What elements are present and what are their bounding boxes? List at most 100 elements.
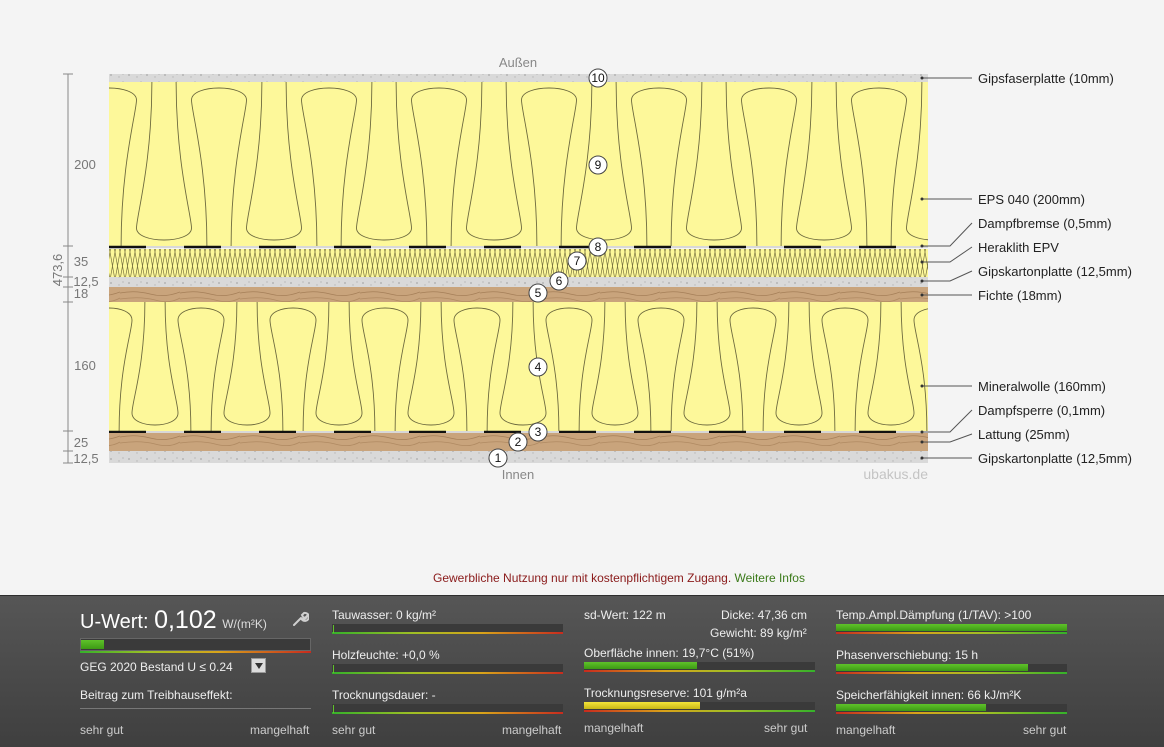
geg-reference: GEG 2020 Bestand U ≤ 0.24	[80, 660, 233, 674]
layer-marker-number: 10	[591, 71, 605, 85]
wrench-icon[interactable]	[291, 610, 309, 628]
leader-line	[922, 246, 973, 263]
layer-label-2: Lattung (25mm)	[978, 427, 1070, 442]
uwert-unit: W/(m²K)	[222, 617, 267, 631]
more-info-link[interactable]: Weitere Infos	[735, 571, 805, 585]
col1-scale-right: mangelhaft	[250, 723, 310, 737]
leader-dot	[920, 293, 924, 297]
layer-marker-number: 4	[535, 360, 542, 374]
greenhouse-bar	[80, 708, 311, 709]
condensate-label: Tauwasser: 0 kg/m²	[332, 608, 437, 622]
temp-amplitude-scale	[836, 632, 1067, 634]
layer-marker-5[interactable]: 5	[528, 283, 548, 303]
layer-marker-3[interactable]: 3	[528, 422, 548, 442]
layer-marker-number: 2	[515, 435, 522, 449]
drying-reserve-label: Trocknungsreserve: 101 g/m²a	[584, 686, 747, 700]
layer-marker-9[interactable]: 9	[588, 155, 608, 175]
leader-line	[922, 222, 973, 247]
layer-6-gypsum-board	[109, 277, 928, 287]
dim-35: 35	[74, 254, 88, 269]
layer-marker-6[interactable]: 6	[549, 271, 569, 291]
layer-label-4: Mineralwolle (160mm)	[978, 379, 1106, 394]
layer-label-9: EPS 040 (200mm)	[978, 192, 1085, 207]
leader-dot	[920, 76, 924, 80]
thickness-value: Dicke: 47,36 cm	[721, 608, 808, 622]
layer-label-6: Gipskartonplatte (12,5mm)	[978, 264, 1132, 279]
uwert-display: U-Wert: 0,102 W/(m²K)	[80, 606, 267, 635]
leader-dot	[920, 197, 924, 201]
surface-temp-bar-fill	[584, 662, 697, 669]
layer-marker-number: 8	[595, 240, 602, 254]
leader-dot	[920, 244, 924, 248]
layer-10-gypsum-fibre	[109, 74, 928, 82]
storage-capacity-bar-fill	[836, 704, 986, 711]
surface-temp-scale	[584, 670, 815, 672]
layer-marker-number: 9	[595, 158, 602, 172]
layer-7-heraklith	[109, 249, 928, 277]
wood-moisture-marker	[333, 665, 334, 673]
uwert-bar-fill	[81, 640, 104, 649]
temp-amplitude-label: Temp.Ampl.Dämpfung (1/TAV): >100	[836, 608, 1032, 622]
layer-legend: Gipsfaserplatte (10mm) EPS 040 (200mm) Dam…	[920, 71, 1132, 466]
inside-label: Innen	[502, 467, 535, 482]
dim-12-5-lower: 12,5	[73, 451, 98, 466]
layer-marker-10[interactable]: 10	[588, 68, 608, 88]
leader-dot	[920, 456, 924, 460]
layer-marker-7[interactable]: 7	[567, 251, 587, 271]
notice-text: Gewerbliche Nutzung nur mit kostenpflich…	[433, 571, 732, 585]
dim-160: 160	[74, 358, 96, 373]
drying-reserve-scale	[584, 710, 815, 712]
drying-time-marker	[333, 705, 334, 713]
weight-value: Gewicht: 89 kg/m²	[710, 626, 807, 640]
col2-scale-right: mangelhaft	[502, 723, 562, 737]
drying-reserve-bar-fill	[584, 702, 700, 709]
layer-marker-2[interactable]: 2	[508, 432, 528, 452]
layer-label-10: Gipsfaserplatte (10mm)	[978, 71, 1114, 86]
dim-18: 18	[74, 286, 88, 301]
leader-dot	[920, 279, 924, 283]
surface-temp-label: Oberfläche innen: 19,7°C (51%)	[584, 646, 755, 660]
layer-1-gypsum-board	[109, 451, 928, 463]
layer-marker-number: 3	[535, 425, 542, 439]
phase-shift-label: Phasenverschiebung: 15 h	[836, 648, 979, 662]
sd-value: sd-Wert: 122 m	[584, 608, 666, 622]
col4-scale-left: mangelhaft	[836, 723, 896, 737]
layer-marker-1[interactable]: 1	[488, 448, 508, 468]
outside-label: Außen	[499, 55, 537, 70]
total-thickness: 473,6	[50, 254, 65, 287]
layer-5-spruce	[109, 287, 928, 302]
col3-scale-right: sehr gut	[764, 721, 808, 735]
leader-dot	[920, 260, 924, 264]
leader-line	[922, 433, 973, 443]
wall-cross-section: Außen Innen ubakus.de 473,6 200 35 12,5 …	[50, 55, 1132, 482]
storage-capacity-label: Speicherfähigkeit innen: 66 kJ/m²K	[836, 688, 1022, 702]
layer-marker-4[interactable]: 4	[528, 357, 548, 377]
leader-dot	[920, 384, 924, 388]
geg-dropdown-icon[interactable]	[251, 658, 266, 673]
uwert-bar	[80, 638, 311, 651]
wood-moisture-label: Holzfeuchte: +0,0 %	[332, 648, 440, 662]
layer-label-3: Dampfsperre (0,1mm)	[978, 403, 1105, 418]
leader-dot	[920, 430, 924, 434]
drying-time-scale	[332, 712, 563, 714]
wood-moisture-scale	[332, 672, 563, 674]
layer-label-5: Fichte (18mm)	[978, 288, 1062, 303]
layer-marker-number: 7	[574, 254, 581, 268]
col1-scale-left: sehr gut	[80, 723, 124, 737]
condensate-marker	[333, 625, 334, 633]
storage-capacity-scale	[836, 712, 1067, 714]
uwert-scale	[80, 651, 311, 653]
dim-200: 200	[74, 157, 96, 172]
col4-scale-right: sehr gut	[1023, 723, 1067, 737]
uwert-value: 0,102	[154, 606, 217, 634]
dim-25: 25	[74, 435, 88, 450]
phase-shift-bar-fill	[836, 664, 1028, 671]
watermark: ubakus.de	[863, 466, 928, 482]
phase-shift-scale	[836, 672, 1067, 674]
leader-line	[922, 409, 973, 433]
drying-time-label: Trocknungsdauer: -	[332, 688, 436, 702]
layer-marker-8[interactable]: 8	[588, 237, 608, 257]
temp-amplitude-bar-fill	[836, 624, 1067, 631]
greenhouse-label: Beitrag zum Treibhauseffekt:	[80, 688, 233, 702]
layer-marker-number: 5	[535, 286, 542, 300]
